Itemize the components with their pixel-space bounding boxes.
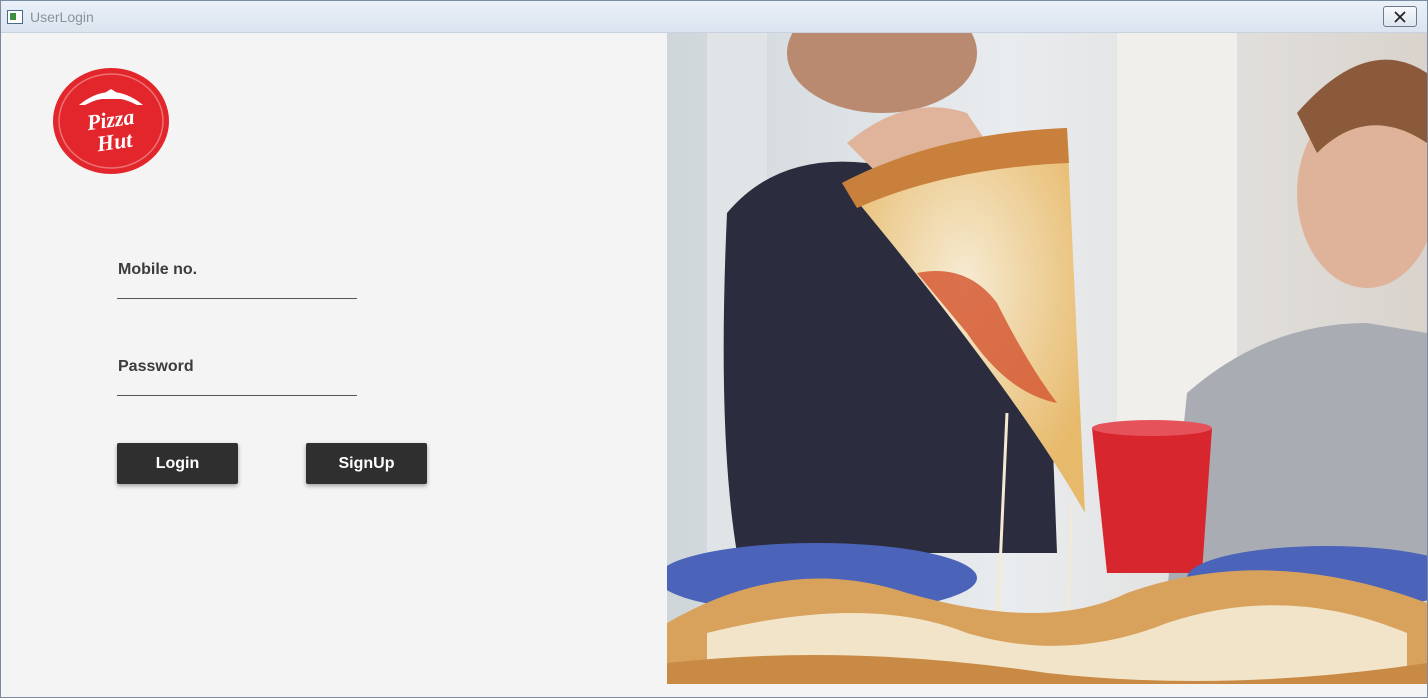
app-window-icon <box>7 10 23 24</box>
photo-bottom-strip <box>667 684 1427 697</box>
password-input[interactable] <box>117 374 357 396</box>
mobile-input[interactable] <box>117 277 357 299</box>
close-button[interactable] <box>1383 6 1417 27</box>
pizza-hut-logo: Pizza Hut <box>53 68 169 174</box>
login-panel: Pizza Hut Mobile no. Password Login Sign… <box>1 33 666 697</box>
login-window: UserLogin Pizza Hut Mobile no. Password … <box>0 0 1428 698</box>
login-button[interactable]: Login <box>117 443 238 484</box>
svg-text:Hut: Hut <box>94 127 134 157</box>
window-title: UserLogin <box>30 9 94 25</box>
title-bar: UserLogin <box>1 1 1427 33</box>
close-icon <box>1394 10 1406 23</box>
signup-button[interactable]: SignUp <box>306 443 427 484</box>
pizza-photo <box>667 33 1427 684</box>
